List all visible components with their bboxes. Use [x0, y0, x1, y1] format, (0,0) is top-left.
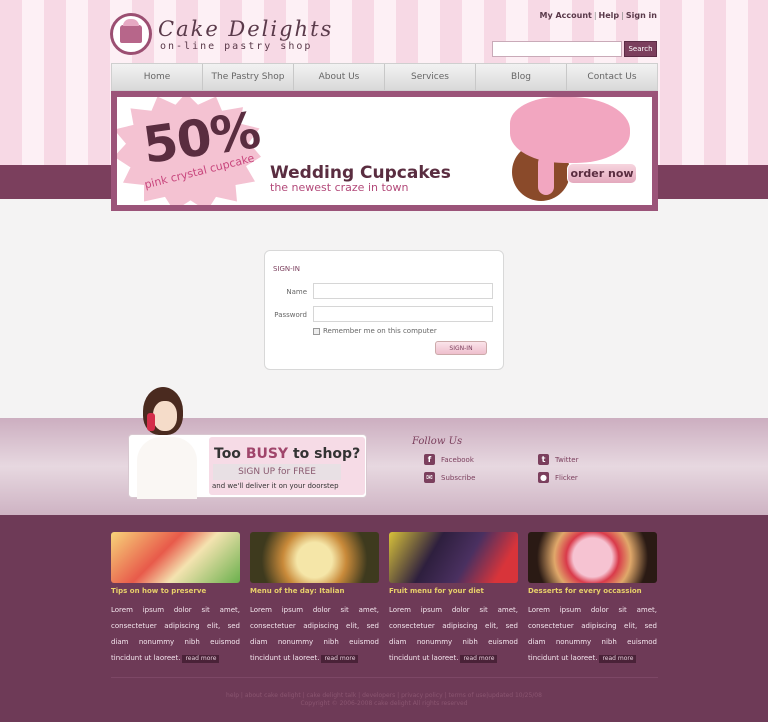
article-column: Menu of the day: Italian Lorem ipsum dol… — [250, 532, 379, 666]
article-column: Desserts for every occassion Lorem ipsum… — [528, 532, 657, 666]
password-field[interactable] — [313, 306, 493, 322]
footer-links[interactable]: help | about cake delight | cake delight… — [0, 692, 768, 699]
main-nav: Home The Pastry Shop About Us Services B… — [111, 63, 658, 91]
nav-contact-us[interactable]: Contact Us — [567, 64, 657, 90]
nav-services[interactable]: Services — [385, 64, 476, 90]
article-title[interactable]: Menu of the day: Italian — [250, 587, 379, 595]
tarts-image — [111, 532, 240, 583]
cupcake-image — [502, 97, 652, 205]
search-input[interactable] — [492, 41, 622, 57]
copyright: Copyright © 2006-2008 cake delight All r… — [300, 700, 468, 707]
password-label: Password — [274, 311, 307, 319]
help-link[interactable]: Help — [599, 11, 620, 20]
article-column: Fruit menu for your diet Lorem ipsum dol… — [389, 532, 518, 666]
read-more-link[interactable]: read more — [182, 655, 220, 663]
nav-home[interactable]: Home — [112, 64, 203, 90]
phone-icon — [147, 413, 155, 431]
busy-headline: Too BUSY to shop? — [214, 446, 361, 462]
order-now-button[interactable]: order now — [567, 163, 637, 184]
article-text: Lorem ipsum dolor sit amet, consectetuer… — [389, 606, 518, 663]
follow-us-title: Follow Us — [412, 436, 463, 447]
nav-pastry-shop[interactable]: The Pastry Shop — [203, 64, 294, 90]
article-text: Lorem ipsum dolor sit amet, consectetuer… — [528, 606, 657, 663]
read-more-link[interactable]: read more — [460, 655, 498, 663]
logo-title: Cake Delights — [158, 16, 334, 41]
name-field[interactable] — [313, 283, 493, 299]
dessert-image — [528, 532, 657, 583]
article-text: Lorem ipsum dolor sit amet, consectetuer… — [250, 606, 379, 663]
article-text: Lorem ipsum dolor sit amet, consectetuer… — [111, 606, 240, 663]
article-title[interactable]: Desserts for every occassion — [528, 587, 657, 595]
read-more-link[interactable]: read more — [321, 655, 359, 663]
article-title[interactable]: Fruit menu for your diet — [389, 587, 518, 595]
twitter-link[interactable]: t Twitter — [538, 454, 578, 465]
subscribe-link[interactable]: ✉ Subscribe — [424, 472, 475, 483]
nav-blog[interactable]: Blog — [476, 64, 567, 90]
sign-in-title: SIGN-IN — [273, 265, 300, 273]
follow-band — [0, 418, 768, 515]
sign-up-button[interactable]: SIGN UP for FREE — [213, 464, 341, 480]
remember-label: Remember me on this computer — [323, 327, 437, 335]
article-column: Tips on how to preserve Lorem ipsum dolo… — [111, 532, 240, 666]
logo-subtitle: on-line pastry shop — [160, 40, 313, 52]
banner-subtitle: the newest craze in town — [270, 181, 409, 194]
read-more-link[interactable]: read more — [599, 655, 637, 663]
sign-in-button[interactable]: SIGN-IN — [435, 341, 487, 355]
facebook-link[interactable]: f Facebook — [424, 454, 474, 465]
promo-banner: 50% pink crystal cupcake Wedding Cupcake… — [111, 91, 658, 211]
top-links: My Account | Help | Sign in — [539, 11, 657, 20]
flickr-link[interactable]: ● Flicker — [538, 472, 578, 483]
facebook-icon: f — [424, 454, 435, 465]
banner-title: Wedding Cupcakes — [270, 163, 451, 183]
name-label: Name — [286, 288, 307, 296]
twitter-icon: t — [538, 454, 549, 465]
article-title[interactable]: Tips on how to preserve — [111, 587, 240, 595]
flickr-icon: ● — [538, 472, 549, 483]
search-button[interactable]: Search — [624, 41, 657, 57]
sign-in-panel: SIGN-IN Name Password Remember me on thi… — [264, 250, 504, 370]
signup-promo: Too BUSY to shop? SIGN UP for FREE and w… — [128, 387, 367, 499]
italian-dish-image — [250, 532, 379, 583]
remember-me[interactable]: Remember me on this computer — [313, 327, 437, 335]
nav-about-us[interactable]: About Us — [294, 64, 385, 90]
cake-logo-icon — [110, 13, 152, 55]
my-account-link[interactable]: My Account — [539, 11, 591, 20]
sign-in-link[interactable]: Sign in — [626, 11, 657, 20]
delivery-text: and we'll deliver it on your doorstep — [212, 482, 339, 490]
footer-divider — [111, 677, 658, 678]
fruit-image — [389, 532, 518, 583]
remember-checkbox[interactable] — [313, 327, 320, 335]
mail-icon: ✉ — [424, 472, 435, 483]
woman-on-phone-image — [137, 437, 197, 499]
site-logo[interactable]: Cake Delights on-line pastry shop — [110, 13, 333, 55]
